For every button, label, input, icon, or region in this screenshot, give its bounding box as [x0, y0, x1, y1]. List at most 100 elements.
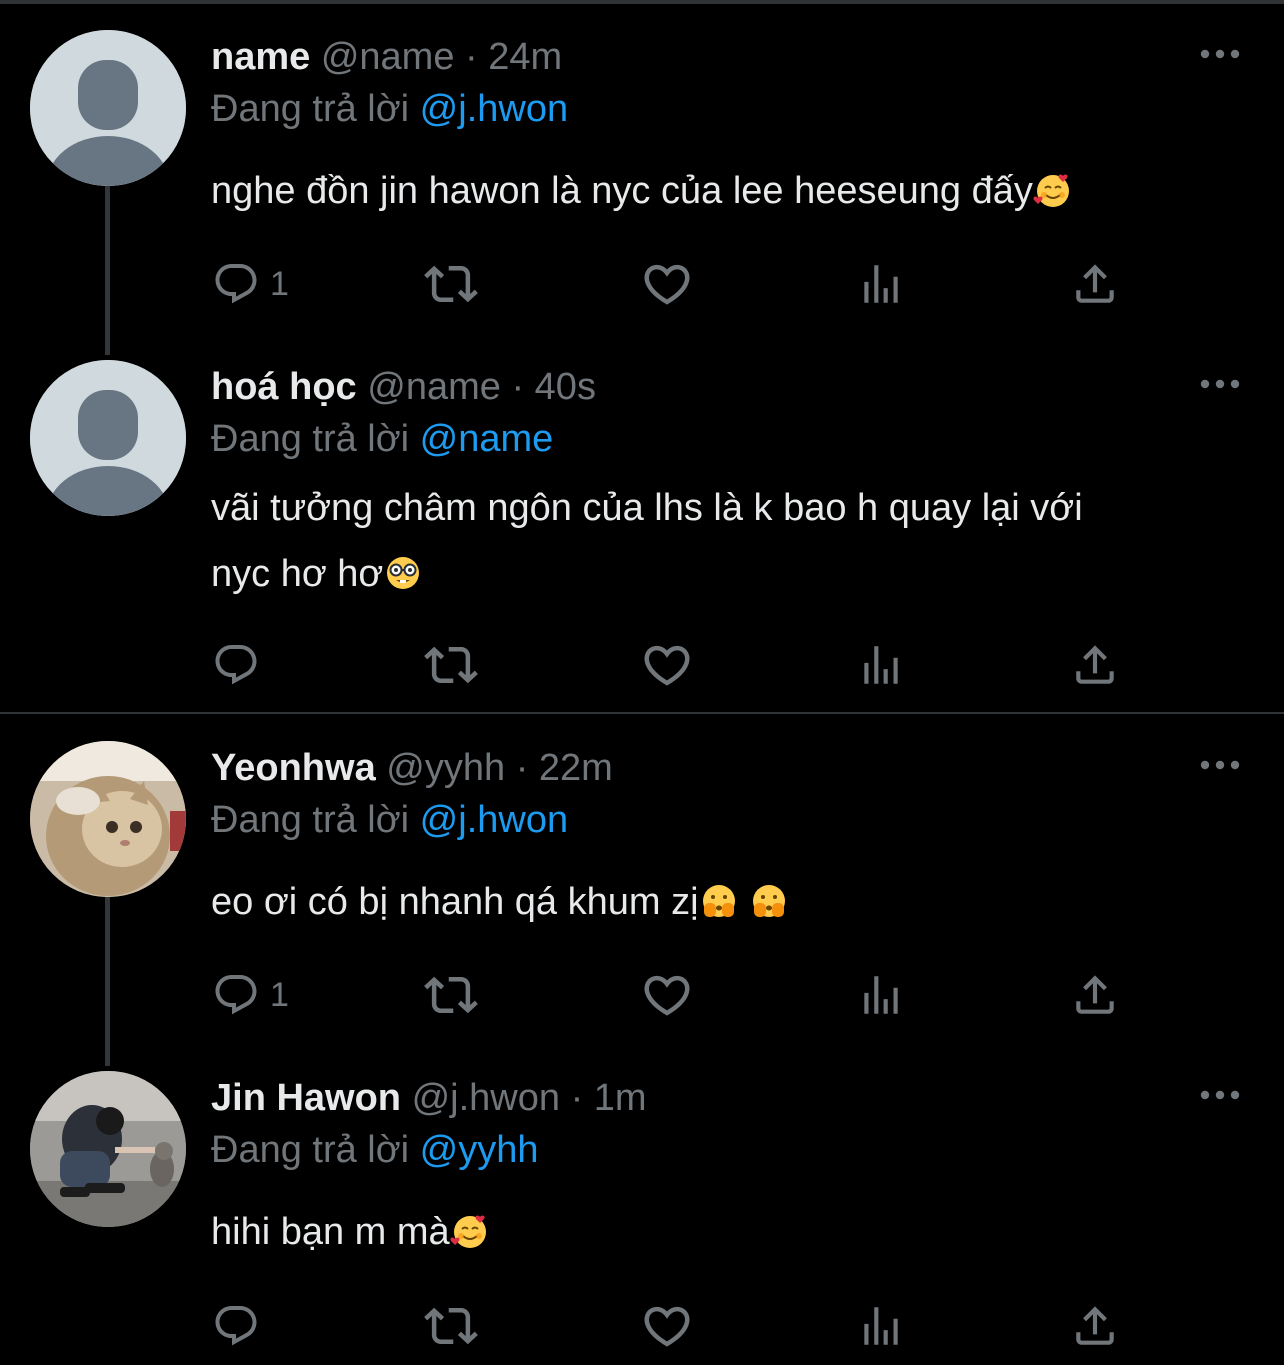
display-name[interactable]: Yeonhwa — [211, 747, 376, 789]
views-button[interactable] — [856, 638, 906, 692]
retweet-icon — [424, 968, 478, 1022]
views-button[interactable] — [856, 968, 906, 1022]
tweet-actions: 1 — [212, 257, 1132, 311]
share-icon — [1070, 259, 1120, 309]
more-options-icon[interactable] — [1198, 1083, 1242, 1107]
retweet-icon — [424, 1299, 478, 1353]
more-options-icon[interactable] — [1198, 42, 1242, 66]
smiling-face-with-hearts-icon — [1033, 170, 1073, 210]
share-icon — [1070, 1301, 1120, 1351]
timestamp[interactable]: 24m — [488, 36, 562, 78]
tweet[interactable]: hoá học @name · 40s Đang trả lời @name v… — [0, 330, 1284, 712]
replying-to-label: Đang trả lời — [211, 88, 410, 130]
avatar[interactable] — [30, 741, 186, 897]
replying-to: Đang trả lời @j.hwon — [211, 86, 568, 132]
smiling-face-with-hearts-icon — [450, 1211, 490, 1251]
reply-icon — [212, 971, 260, 1019]
reply-count: 1 — [270, 264, 289, 303]
reply-button[interactable] — [212, 638, 270, 692]
person-petting-cat-photo-icon — [30, 1071, 186, 1227]
face-with-hand-over-mouth-icon — [699, 881, 739, 921]
tweet-actions — [212, 1299, 1132, 1353]
share-button[interactable] — [1070, 1299, 1120, 1353]
retweet-button[interactable] — [424, 638, 478, 692]
share-button[interactable] — [1070, 968, 1120, 1022]
like-button[interactable] — [640, 257, 694, 311]
mention-link[interactable]: @j.hwon — [420, 88, 568, 130]
tweet-text: nghe đồn jin hawon là nyc của lee heeseu… — [211, 158, 1251, 224]
mention-link[interactable]: @name — [420, 418, 554, 460]
tweet-text: vãi tưởng châm ngôn của lhs là k bao h q… — [211, 475, 1251, 607]
retweet-button[interactable] — [424, 1299, 478, 1353]
avatar[interactable] — [30, 1071, 186, 1227]
separator-dot: · — [465, 36, 478, 78]
heart-icon — [640, 1299, 694, 1353]
tweet-header: Jin Hawon @j.hwon · 1m — [211, 1075, 647, 1121]
retweet-button[interactable] — [424, 968, 478, 1022]
share-icon — [1070, 640, 1120, 690]
like-button[interactable] — [640, 968, 694, 1022]
retweet-icon — [424, 638, 478, 692]
tweet-header: Yeonhwa @yyhh · 22m — [211, 745, 613, 791]
replying-to-label: Đang trả lời — [211, 418, 410, 460]
replying-to-label: Đang trả lời — [211, 1129, 410, 1171]
share-button[interactable] — [1070, 638, 1120, 692]
like-button[interactable] — [640, 638, 694, 692]
replying-to: Đang trả lời @name — [211, 416, 553, 462]
display-name[interactable]: Jin Hawon — [211, 1077, 401, 1119]
more-options-icon[interactable] — [1198, 372, 1242, 396]
tweet-text: hihi bạn m mà — [211, 1199, 1251, 1265]
tweet-text: eo ơi có bị nhanh qá khum zị — [211, 869, 1251, 935]
display-name[interactable]: hoá học — [211, 366, 357, 408]
replying-to: Đang trả lời @j.hwon — [211, 797, 568, 843]
tweet-text-line: vãi tưởng châm ngôn của lhs là k bao h q… — [211, 487, 1083, 529]
user-handle[interactable]: @name — [321, 36, 455, 78]
display-name[interactable]: name — [211, 36, 310, 78]
reply-icon — [212, 260, 260, 308]
views-button[interactable] — [856, 257, 906, 311]
reply-button[interactable] — [212, 1299, 270, 1353]
tweet-header: hoá học @name · 40s — [211, 364, 596, 410]
reply-count: 1 — [270, 975, 289, 1014]
tweet-text-content: hihi bạn m mà — [211, 1211, 450, 1253]
reply-button[interactable]: 1 — [212, 968, 289, 1022]
tweet[interactable]: Yeonhwa @yyhh · 22m Đang trả lời @j.hwon… — [0, 711, 1284, 1066]
timestamp[interactable]: 1m — [594, 1077, 647, 1119]
timestamp[interactable]: 40s — [535, 366, 596, 408]
user-handle[interactable]: @name — [367, 366, 501, 408]
tweet-text-content: nyc hơ hơ — [211, 553, 384, 595]
heart-icon — [640, 968, 694, 1022]
reply-button[interactable]: 1 — [212, 257, 289, 311]
face-with-hand-over-mouth-icon — [749, 881, 789, 921]
tweet-header: name @name · 24m — [211, 34, 562, 80]
like-button[interactable] — [640, 1299, 694, 1353]
separator-dot: · — [511, 366, 525, 408]
user-handle[interactable]: @yyhh — [386, 747, 505, 789]
views-button[interactable] — [856, 1299, 906, 1353]
share-button[interactable] — [1070, 257, 1120, 311]
views-chart-icon — [856, 640, 906, 690]
separator-dot: · — [515, 747, 529, 789]
avatar[interactable] — [30, 360, 186, 516]
retweet-button[interactable] — [424, 257, 478, 311]
heart-icon — [640, 638, 694, 692]
tweet-actions — [212, 638, 1132, 692]
replying-to: Đang trả lời @yyhh — [211, 1127, 539, 1173]
timestamp[interactable]: 22m — [539, 747, 613, 789]
mention-link[interactable]: @yyhh — [420, 1129, 539, 1171]
views-chart-icon — [856, 1301, 906, 1351]
default-avatar-icon — [30, 360, 186, 516]
reply-icon — [212, 641, 260, 689]
tweet[interactable]: name @name · 24m Đang trả lời @j.hwon ng… — [0, 0, 1284, 355]
views-chart-icon — [856, 970, 906, 1020]
tweet[interactable]: Jin Hawon @j.hwon · 1m Đang trả lời @yyh… — [0, 1041, 1284, 1365]
tweet-actions: 1 — [212, 968, 1132, 1022]
reply-icon — [212, 1302, 260, 1350]
avatar[interactable] — [30, 30, 186, 186]
more-options-icon[interactable] — [1198, 753, 1242, 777]
default-avatar-icon — [30, 30, 186, 186]
user-handle[interactable]: @j.hwon — [412, 1077, 560, 1119]
replying-to-label: Đang trả lời — [211, 799, 410, 841]
tweet-text-content: eo ơi có bị nhanh qá khum zị — [211, 881, 699, 923]
mention-link[interactable]: @j.hwon — [420, 799, 568, 841]
